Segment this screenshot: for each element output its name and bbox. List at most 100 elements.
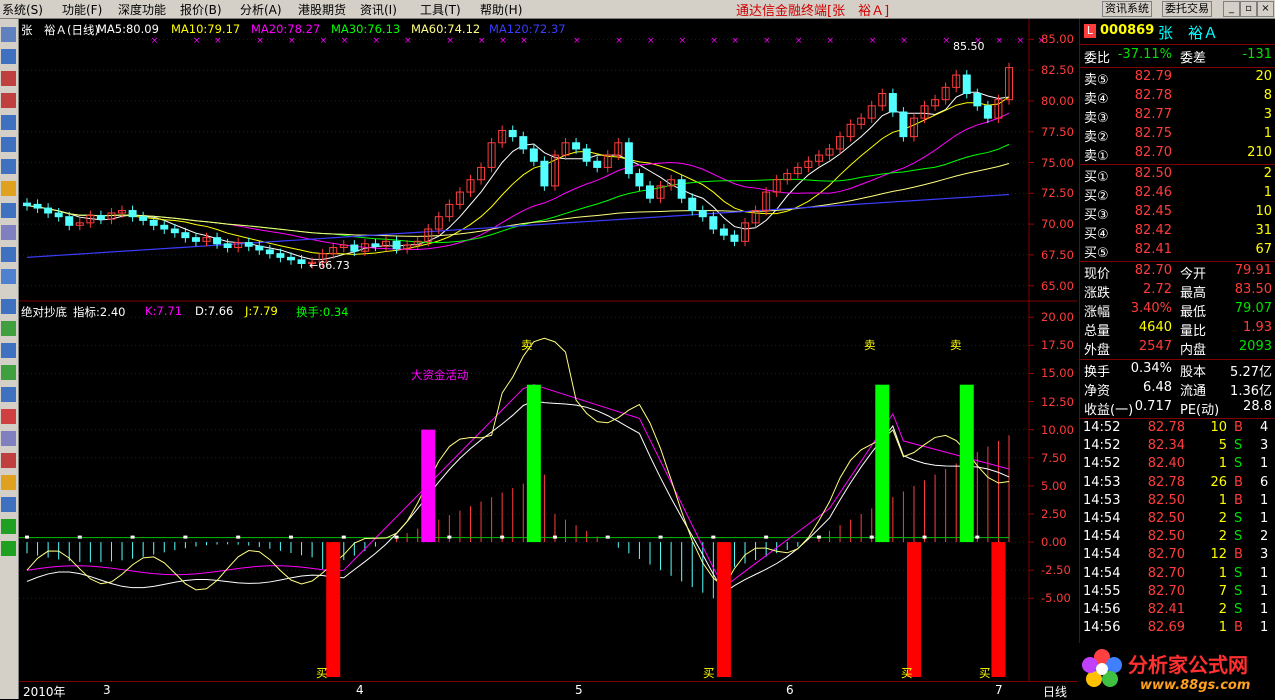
bid-price: 82.42 xyxy=(1134,223,1172,238)
candle-body xyxy=(698,210,707,218)
sell-label-2: 卖 xyxy=(864,338,876,352)
time-label-may: 5 xyxy=(575,683,583,697)
etf-icon[interactable] xyxy=(1,269,16,284)
watermark-url: www.88gs.com xyxy=(1140,678,1251,693)
stat-label: 流通 xyxy=(1180,384,1207,399)
baseline-dot xyxy=(922,535,927,539)
table-icon[interactable] xyxy=(1,115,16,130)
menu-quote[interactable]: 报价(B) xyxy=(180,1,222,18)
tick-row[interactable]: 14:54 82.50 2 S 2 xyxy=(1080,529,1275,547)
arrow-up-icon[interactable] xyxy=(1,519,16,534)
list-icon[interactable] xyxy=(1,137,16,152)
stat-value: 4640 xyxy=(1138,320,1172,335)
watermark-logo: 分析家公式网 www.88gs.com xyxy=(1078,643,1275,699)
bell-icon[interactable] xyxy=(1,181,16,196)
quote-list-icon[interactable] xyxy=(1,27,16,42)
bid-row: 买① 82.50 2 xyxy=(1080,166,1275,185)
menu-hk-futures[interactable]: 港股期货 xyxy=(298,1,346,18)
tick-row[interactable]: 14:54 82.50 2 S 1 xyxy=(1080,511,1275,529)
restore-icon[interactable]: ▫ xyxy=(1240,1,1257,17)
divider xyxy=(1080,418,1275,419)
search-icon[interactable] xyxy=(1,247,16,262)
close-icon[interactable]: × xyxy=(1257,1,1274,17)
candle-body xyxy=(508,129,517,138)
baseline-dot xyxy=(25,535,29,539)
tick-row[interactable]: 14:53 82.50 1 B 1 xyxy=(1080,493,1275,511)
info-system-button[interactable]: 资讯系统 xyxy=(1102,1,1152,17)
big-money-bar xyxy=(421,429,436,543)
menu-info[interactable]: 资讯(I) xyxy=(360,1,397,18)
ma5-label: MA5:80.09 xyxy=(97,22,159,36)
menu-help[interactable]: 帮助(H) xyxy=(480,1,522,18)
kline-icon[interactable] xyxy=(1,93,16,108)
tick-row[interactable]: 14:52 82.34 5 S 3 xyxy=(1080,438,1275,456)
tick-count: 3 xyxy=(1260,547,1269,563)
tick-time: 14:54 xyxy=(1083,529,1121,545)
pencil-icon[interactable] xyxy=(1,475,16,490)
candle-body xyxy=(213,237,222,245)
stat-value: 3.40% xyxy=(1130,301,1172,316)
stat-value: 2547 xyxy=(1138,339,1172,354)
tick-row[interactable]: 14:52 82.78 10 B 4 xyxy=(1080,420,1275,438)
tick-row[interactable]: 14:54 82.70 12 B 3 xyxy=(1080,547,1275,565)
sell-label-1: 卖 xyxy=(521,338,533,352)
stat2-row: 净资 6.48 流通 1.36亿 xyxy=(1080,380,1275,399)
money-icon[interactable] xyxy=(1,409,16,424)
chart-area[interactable]: × × × × × × × × × × × × × × × × × × × × × × × × × × × × × 张 裕Ａ(日线) M… xyxy=(19,19,1077,681)
calc-icon[interactable] xyxy=(1,387,16,402)
move-icon[interactable] xyxy=(1,497,16,512)
menu-analysis[interactable]: 分析(A) xyxy=(240,1,282,18)
tick-price: 82.69 xyxy=(1147,620,1185,636)
j-label: J:7.79 xyxy=(245,304,278,318)
indicator-icon[interactable] xyxy=(1,299,16,314)
vol-icon[interactable] xyxy=(1,321,16,336)
tick-row[interactable]: 14:56 82.69 1 B 1 xyxy=(1080,620,1275,638)
candle-body xyxy=(160,224,169,230)
tick-price: 82.50 xyxy=(1147,492,1185,508)
tick-row[interactable]: 14:52 82.40 1 S 1 xyxy=(1080,456,1275,474)
price-tick-label: 70.00 xyxy=(1041,217,1074,232)
ask-label: 卖⑤ xyxy=(1084,73,1109,88)
stat-value: 79.91 xyxy=(1234,263,1272,278)
candle-body xyxy=(582,148,591,162)
flag-icon[interactable] xyxy=(1,453,16,468)
report-icon[interactable] xyxy=(1,159,16,174)
menu-function[interactable]: 功能(F) xyxy=(62,1,102,18)
trade-button[interactable]: 委托交易 xyxy=(1162,1,1212,17)
tick-row[interactable]: 14:56 82.41 2 S 1 xyxy=(1080,602,1275,620)
bid-row: 买③ 82.45 10 xyxy=(1080,204,1275,223)
candle-body xyxy=(297,259,306,265)
divider xyxy=(1080,44,1275,45)
tick-time: 14:55 xyxy=(1083,583,1121,599)
tick-row[interactable]: 14:54 82.70 1 S 1 xyxy=(1080,566,1275,584)
period-label[interactable]: 日线 xyxy=(1043,683,1067,700)
menu-deep-function[interactable]: 深度功能 xyxy=(118,1,166,18)
line-chart-icon[interactable] xyxy=(1,71,16,86)
arrow-down-icon[interactable] xyxy=(1,541,16,556)
baseline-dot xyxy=(447,535,452,539)
tick-row[interactable]: 14:53 82.78 26 B 6 xyxy=(1080,475,1275,493)
link-icon[interactable] xyxy=(1,431,16,446)
macd-icon[interactable] xyxy=(1,365,16,380)
turnover-label: 换手:0.34 xyxy=(296,305,349,319)
stat-row: 涨跌 2.72 最高 83.50 xyxy=(1080,282,1275,301)
quote-header: L 000869 张 裕Ａ xyxy=(1080,22,1275,42)
candle-body xyxy=(593,160,602,168)
tick-volume: 10 xyxy=(1210,420,1227,435)
ask-row: 卖⑤ 82.79 20 xyxy=(1080,69,1275,88)
sell-signal-bar xyxy=(526,384,541,543)
minimize-icon[interactable]: _ xyxy=(1223,1,1240,17)
tick-row[interactable]: 14:55 82.70 7 S 1 xyxy=(1080,584,1275,602)
ind-tick-label: -5.00 xyxy=(1041,591,1071,606)
rsi-icon[interactable] xyxy=(1,343,16,358)
grid-icon[interactable] xyxy=(1,49,16,64)
chart-svg: × × × × × × × × × × × × × × × × × × × × × × × × × × × × × xyxy=(19,19,1077,681)
formula-icon[interactable] xyxy=(1,225,16,240)
file-icon[interactable] xyxy=(1,203,16,218)
menu-system[interactable]: 系统(S) xyxy=(2,1,43,18)
k-line xyxy=(26,384,1010,588)
buy-signal-bar xyxy=(991,542,1006,677)
tick-volume: 1 xyxy=(1218,565,1227,581)
menu-tools[interactable]: 工具(T) xyxy=(420,1,461,18)
stat-label: 换手 xyxy=(1084,365,1111,380)
